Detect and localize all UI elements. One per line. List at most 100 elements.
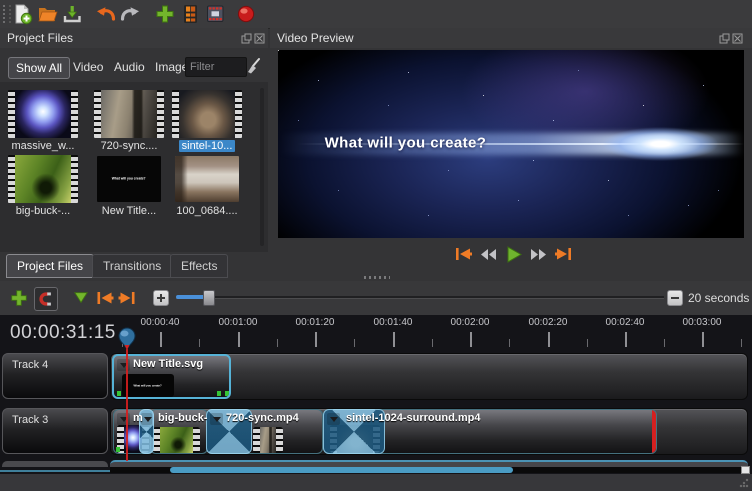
jump-to-start-button[interactable] <box>452 244 474 264</box>
green-arrow-down-icon <box>72 290 90 306</box>
play-button[interactable] <box>502 244 524 264</box>
zoom-out-button[interactable] <box>667 290 683 306</box>
save-project-button[interactable] <box>61 3 83 25</box>
filter-tab-show-all[interactable]: Show All <box>8 57 70 79</box>
timeline-jump-start-button[interactable] <box>94 287 116 309</box>
track-2-header-sliver <box>2 461 108 467</box>
transition-chevron-icon[interactable] <box>327 413 340 425</box>
choose-profile-button[interactable] <box>179 3 201 25</box>
undo-icon <box>95 3 117 25</box>
export-film-icon <box>204 3 226 25</box>
rewind-button[interactable] <box>477 244 499 264</box>
clip-new-title[interactable]: New Title.svg What will you create? <box>112 354 231 399</box>
clip-title: big-buck- <box>158 412 208 424</box>
add-track-button[interactable] <box>8 287 30 309</box>
import-files-button[interactable] <box>154 3 176 25</box>
panel-splitter-handle[interactable] <box>364 276 390 279</box>
ruler-mark: 00:02:00 <box>451 317 490 328</box>
plus-icon <box>154 3 176 25</box>
close-panel-icon[interactable] <box>732 33 743 44</box>
track-header-track-3[interactable]: Track 3 <box>2 408 108 454</box>
tab-effects[interactable]: Effects <box>170 254 228 278</box>
file-label[interactable]: massive_w... <box>0 140 86 152</box>
clip-menu-chevron-icon[interactable] <box>117 413 130 425</box>
file-thumb-new-title[interactable]: What will you create? <box>97 156 161 202</box>
file-label[interactable]: New Title... <box>86 205 172 217</box>
file-label[interactable]: 100_0684.... <box>164 205 250 217</box>
record-button[interactable] <box>235 3 257 25</box>
file-thumb-sintel[interactable] <box>172 90 242 138</box>
snapping-toggle-button[interactable] <box>34 287 58 311</box>
play-icon <box>504 245 523 264</box>
film-profile-icon <box>179 3 201 25</box>
close-panel-icon[interactable] <box>254 33 265 44</box>
minus-glyph-icon <box>670 293 680 303</box>
window-resize-grip[interactable] <box>739 478 749 488</box>
file-thumb-massive[interactable] <box>8 90 78 138</box>
zoom-in-button[interactable] <box>153 290 169 306</box>
jump-to-end-button[interactable] <box>552 244 574 264</box>
file-thumb-720-sync[interactable] <box>94 90 164 138</box>
tab-project-files[interactable]: Project Files <box>6 254 94 278</box>
transition-chevron-icon[interactable] <box>210 413 223 425</box>
file-label[interactable]: big-buck-... <box>0 205 86 217</box>
arrow-tool-button[interactable] <box>70 287 92 309</box>
video-preview-canvas: What will you create? <box>278 50 744 238</box>
float-panel-icon[interactable] <box>241 33 252 44</box>
jump-start-icon <box>454 245 473 263</box>
openshot-window: Project Files Show All Video Audio Image… <box>0 0 752 491</box>
redo-icon <box>119 3 141 25</box>
jump-start-icon <box>95 289 115 307</box>
zoom-level-label: 20 seconds <box>688 291 749 305</box>
file-label-selected[interactable]: sintel-10... <box>164 140 250 152</box>
clip-title: New Title.svg <box>133 358 203 370</box>
filter-input[interactable] <box>185 57 247 77</box>
tab-transitions[interactable]: Transitions <box>92 254 172 278</box>
undo-button[interactable] <box>95 3 117 25</box>
float-panel-icon[interactable] <box>719 33 730 44</box>
file-thumb-100-0684[interactable] <box>175 156 239 202</box>
stars <box>278 50 279 51</box>
fast-forward-icon <box>529 247 548 262</box>
ruler-mark: 00:01:00 <box>219 317 258 328</box>
open-project-button[interactable] <box>36 3 58 25</box>
file-label[interactable]: 720-sync.... <box>86 140 172 152</box>
zoom-slider-handle[interactable] <box>203 290 215 306</box>
new-project-button[interactable] <box>11 3 33 25</box>
fast-forward-button[interactable] <box>527 244 549 264</box>
project-files-panel-header: Project Files <box>0 28 268 48</box>
transport-bar <box>270 241 752 267</box>
clear-filter-broom-icon[interactable] <box>244 57 262 75</box>
redo-button[interactable] <box>119 3 141 25</box>
export-video-button[interactable] <box>204 3 226 25</box>
scrollbar-thumb[interactable] <box>170 467 513 473</box>
project-files-list: massive_w... 720-sync.... sintel-10... W… <box>0 82 268 252</box>
clip-big-buck[interactable]: big-buck- <box>150 409 208 454</box>
save-icon <box>61 3 83 25</box>
plus-glyph-icon <box>156 293 166 303</box>
files-vertical-scrollbar[interactable] <box>260 88 264 246</box>
timeline-ruler[interactable]: 00:00:40 00:01:00 00:01:20 00:01:40 00:0… <box>110 315 752 351</box>
file-thumb-big-buck[interactable] <box>8 155 78 203</box>
zoom-slider-track[interactable] <box>176 296 664 299</box>
clip-title: sintel-1024-surround.mp4 <box>346 412 480 424</box>
timeline-jump-end-button[interactable] <box>116 287 138 309</box>
track-header-track-4[interactable]: Track 4 <box>2 353 108 399</box>
playhead-line[interactable] <box>126 349 128 461</box>
playhead-marker[interactable] <box>117 327 137 351</box>
filter-tab-video[interactable]: Video <box>66 57 110 77</box>
ruler-mark: 00:01:40 <box>374 317 413 328</box>
clip-menu-chevron-icon[interactable] <box>117 359 130 371</box>
toolbar-drag-handle[interactable] <box>3 5 11 23</box>
filter-tab-audio[interactable]: Audio <box>107 57 152 77</box>
clip-trim-edge[interactable] <box>652 410 656 453</box>
ruler-mark: 00:02:20 <box>529 317 568 328</box>
video-preview-panel-header: Video Preview <box>270 28 752 48</box>
timeline-edge-line <box>0 470 110 472</box>
track-name: Track 3 <box>12 414 48 426</box>
clip-title: 720-sync.mp4 <box>226 412 299 424</box>
timeline-horizontal-scrollbar[interactable] <box>110 467 747 473</box>
clip-title: m <box>133 412 143 424</box>
scrollbar-corner-box[interactable] <box>741 466 750 474</box>
plus-icon <box>9 288 29 308</box>
